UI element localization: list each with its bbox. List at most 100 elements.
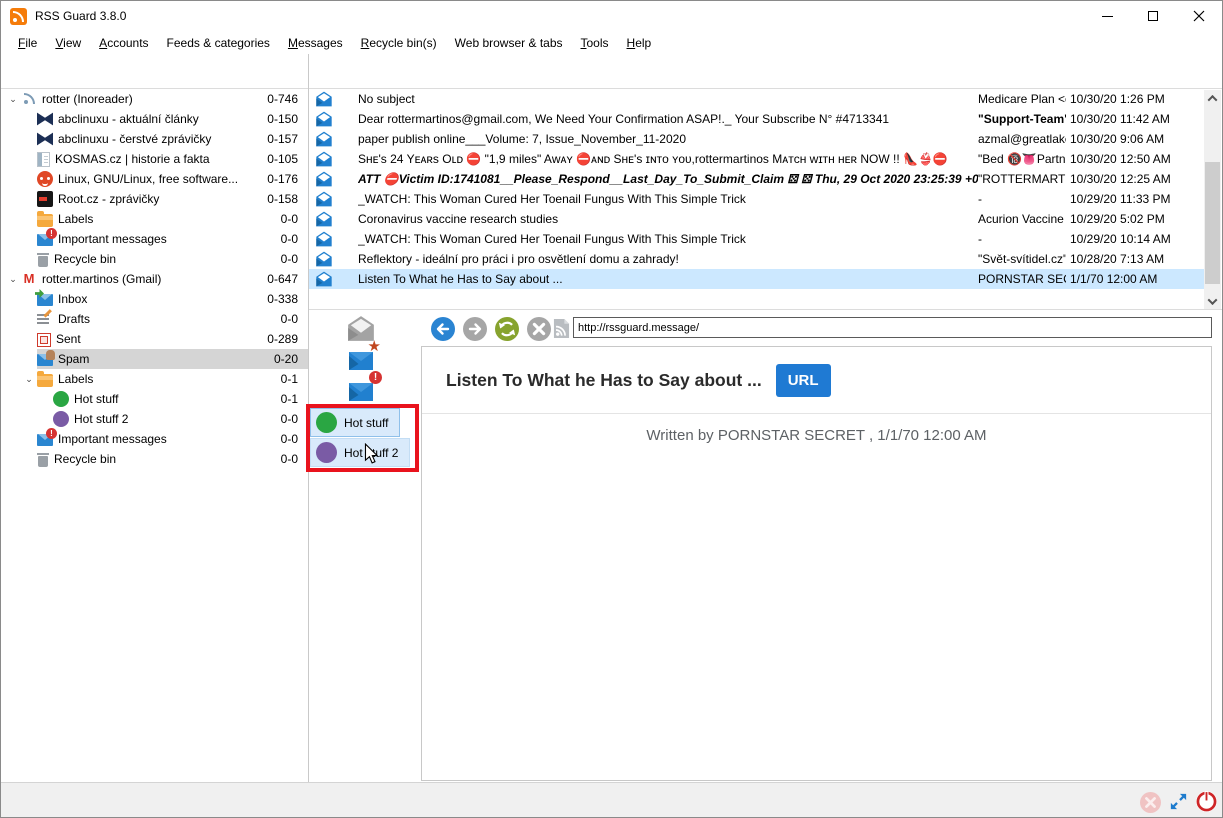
feed-unread-count: 0-0 xyxy=(281,212,298,226)
feed-tree-item[interactable]: ⌄ Linux, GNU/Linux, free software... 0-1… xyxy=(1,169,308,189)
message-row[interactable]: Dear rottermartinos@gmail.com, We Need Y… xyxy=(309,109,1206,129)
message-sender: Acurion Vaccine S... xyxy=(978,212,1066,226)
feed-icon xyxy=(37,333,51,347)
main-toolbar: ★ ! xyxy=(1,54,1222,89)
menu-web-browser-tabs[interactable]: Web browser & tabs xyxy=(446,33,572,53)
message-sender: PORNSTAR SECR... xyxy=(978,272,1066,286)
url-input[interactable] xyxy=(573,317,1212,338)
feed-tree-item[interactable]: ⌄ Important messages 0-0 xyxy=(1,429,308,449)
message-row[interactable]: _WATCH: This Woman Cured Her Toenail Fun… xyxy=(309,189,1206,209)
feed-tree-item[interactable]: ⌄ Drafts 0-0 xyxy=(1,309,308,329)
feed-tree-item[interactable]: ⌄ abclinuxu - čerstvé zprávičky 0-157 xyxy=(1,129,308,149)
message-row[interactable]: Reflektory - ideální pro práci i pro osv… xyxy=(309,249,1206,269)
feed-tree-item[interactable]: ⌄ Important messages 0-0 xyxy=(1,229,308,249)
browser-back-button[interactable] xyxy=(431,317,455,341)
scrollbar-thumb[interactable] xyxy=(1205,162,1220,284)
message-row[interactable]: ATT ⛔Victim ID:1741081__Please_Respond__… xyxy=(309,169,1206,189)
feed-unread-count: 0-176 xyxy=(267,172,298,186)
feed-unread-count: 0-0 xyxy=(281,312,298,326)
feed-tree-item[interactable]: ⌄ Hot stuff 0-1 xyxy=(1,389,308,409)
feed-tree-item[interactable]: ⌄ M rotter.martinos (Gmail) 0-647 xyxy=(1,269,308,289)
message-date: 10/30/20 12:25 AM xyxy=(1070,172,1206,186)
browser-forward-button[interactable] xyxy=(463,317,487,341)
feed-label: Hot stuff 2 xyxy=(74,412,273,426)
browser-stop-button[interactable] xyxy=(527,317,551,341)
feed-tree-item[interactable]: ⌄ Hot stuff 2 0-0 xyxy=(1,409,308,429)
cancel-icon xyxy=(527,317,551,341)
open-url-button[interactable]: URL xyxy=(776,364,831,397)
message-date: 10/30/20 1:26 PM xyxy=(1070,92,1206,106)
envelope-icon xyxy=(314,191,334,207)
message-date: 10/29/20 10:14 AM xyxy=(1070,232,1206,246)
feed-icon xyxy=(37,294,53,306)
quit-button[interactable] xyxy=(1195,790,1217,812)
feed-icon xyxy=(37,311,53,327)
feed-tree-item[interactable]: ⌄ Root.cz - zprávičky 0-158 xyxy=(1,189,308,209)
feed-icon xyxy=(37,374,53,387)
menu-tools[interactable]: Tools xyxy=(572,33,618,53)
message-sender: - xyxy=(978,192,1066,206)
message-row[interactable]: Listen To What he Has to Say about ... P… xyxy=(309,269,1206,289)
feed-tree-item[interactable]: ⌄ Labels 0-1 xyxy=(1,369,308,389)
stop-running-tasks-button[interactable] xyxy=(1139,792,1161,814)
message-row[interactable]: Coronavirus vaccine research studies Acu… xyxy=(309,209,1206,229)
switch-importance-button[interactable]: ! xyxy=(346,377,376,404)
feed-unread-count: 0-158 xyxy=(267,192,298,206)
expand-arrow-icon[interactable]: ⌄ xyxy=(5,274,21,285)
message-date: 10/30/20 9:06 AM xyxy=(1070,132,1206,146)
feed-unread-count: 0-1 xyxy=(281,392,298,406)
message-list-scrollbar[interactable] xyxy=(1204,90,1221,309)
message-row[interactable]: paper publish online___Volume: 7, Issue_… xyxy=(309,129,1206,149)
menu-file[interactable]: File xyxy=(9,33,46,53)
scroll-up-button[interactable] xyxy=(1204,90,1221,106)
message-date: 10/30/20 11:42 AM xyxy=(1070,112,1206,126)
feed-label: Linux, GNU/Linux, free software... xyxy=(58,172,259,186)
message-sender: "Svět-svítidel.cz" ... xyxy=(978,252,1066,266)
menu-help[interactable]: Help xyxy=(618,33,661,53)
envelope-icon xyxy=(314,271,334,287)
mark-important-button[interactable]: ★ xyxy=(346,346,376,373)
arrow-right-icon xyxy=(463,317,487,341)
scroll-down-button[interactable] xyxy=(1204,293,1221,309)
message-list: No subject Medicare Plan <e... 10/30/20 … xyxy=(309,89,1206,309)
envelope-icon xyxy=(314,131,334,147)
feed-tree-item[interactable]: ⌄ KOSMAS.cz | historie a fakta 0-105 xyxy=(1,149,308,169)
expand-arrow-icon[interactable]: ⌄ xyxy=(5,94,21,105)
label-assign-button[interactable]: Hot stuff xyxy=(310,408,400,437)
divider xyxy=(422,413,1211,414)
feed-icon xyxy=(37,214,53,227)
minimize-button[interactable] xyxy=(1084,1,1130,31)
feed-icon xyxy=(37,131,53,147)
feed-tree-item[interactable]: ⌄ Inbox 0-338 xyxy=(1,289,308,309)
message-side-toolbar: ★ ! Hot stuff Hot stuff 2 xyxy=(309,310,421,782)
exclamation-badge-icon: ! xyxy=(369,371,382,384)
feed-tree-item[interactable]: ⌄ Spam 0-20 xyxy=(1,349,308,369)
power-icon xyxy=(1195,790,1218,813)
message-row[interactable]: No subject Medicare Plan <e... 10/30/20 … xyxy=(309,89,1206,109)
feed-tree-item[interactable]: ⌄ abclinuxu - aktuální články 0-150 xyxy=(1,109,308,129)
menu-view[interactable]: View xyxy=(46,33,90,53)
refresh-icon xyxy=(495,317,519,341)
message-row[interactable]: Sʜᴇ's 24 Yᴇᴀʀs Oʟᴅ ⛔ "1,9 miles" Aᴡᴀʏ ⛔ᴀ… xyxy=(309,149,1206,169)
close-button[interactable] xyxy=(1176,1,1222,31)
feed-tree-item[interactable]: ⌄ Recycle bin 0-0 xyxy=(1,249,308,269)
feed-tree-item[interactable]: ⌄ Labels 0-0 xyxy=(1,209,308,229)
message-subject: No subject xyxy=(358,92,978,106)
message-sender: "Bed 🔞👅Partne... xyxy=(978,152,1066,166)
maximize-button[interactable] xyxy=(1130,1,1176,31)
message-row[interactable]: _WATCH: This Woman Cured Her Toenail Fun… xyxy=(309,229,1206,249)
menu-feeds-categories[interactable]: Feeds & categories xyxy=(158,33,279,53)
feed-icon xyxy=(37,234,53,246)
feed-tree-item[interactable]: ⌄ Sent 0-289 xyxy=(1,329,308,349)
feed-tree-item[interactable]: ⌄ rotter (Inoreader) 0-746 xyxy=(1,89,308,109)
feed-tree-item[interactable]: ⌄ Recycle bin 0-0 xyxy=(1,449,308,469)
feed-label: rotter.martinos (Gmail) xyxy=(42,272,259,286)
menu-recycle-bin-s-[interactable]: Recycle bin(s) xyxy=(352,33,446,53)
browser-reload-button[interactable] xyxy=(495,317,519,341)
app-window: RSS Guard 3.8.0 FileViewAccountsFeeds & … xyxy=(0,0,1223,818)
menu-messages[interactable]: Messages xyxy=(279,33,352,53)
label-assign-button[interactable]: Hot stuff 2 xyxy=(310,438,410,467)
menu-accounts[interactable]: Accounts xyxy=(90,33,157,53)
expand-arrow-icon[interactable]: ⌄ xyxy=(21,374,37,385)
fullscreen-button[interactable] xyxy=(1167,791,1189,813)
